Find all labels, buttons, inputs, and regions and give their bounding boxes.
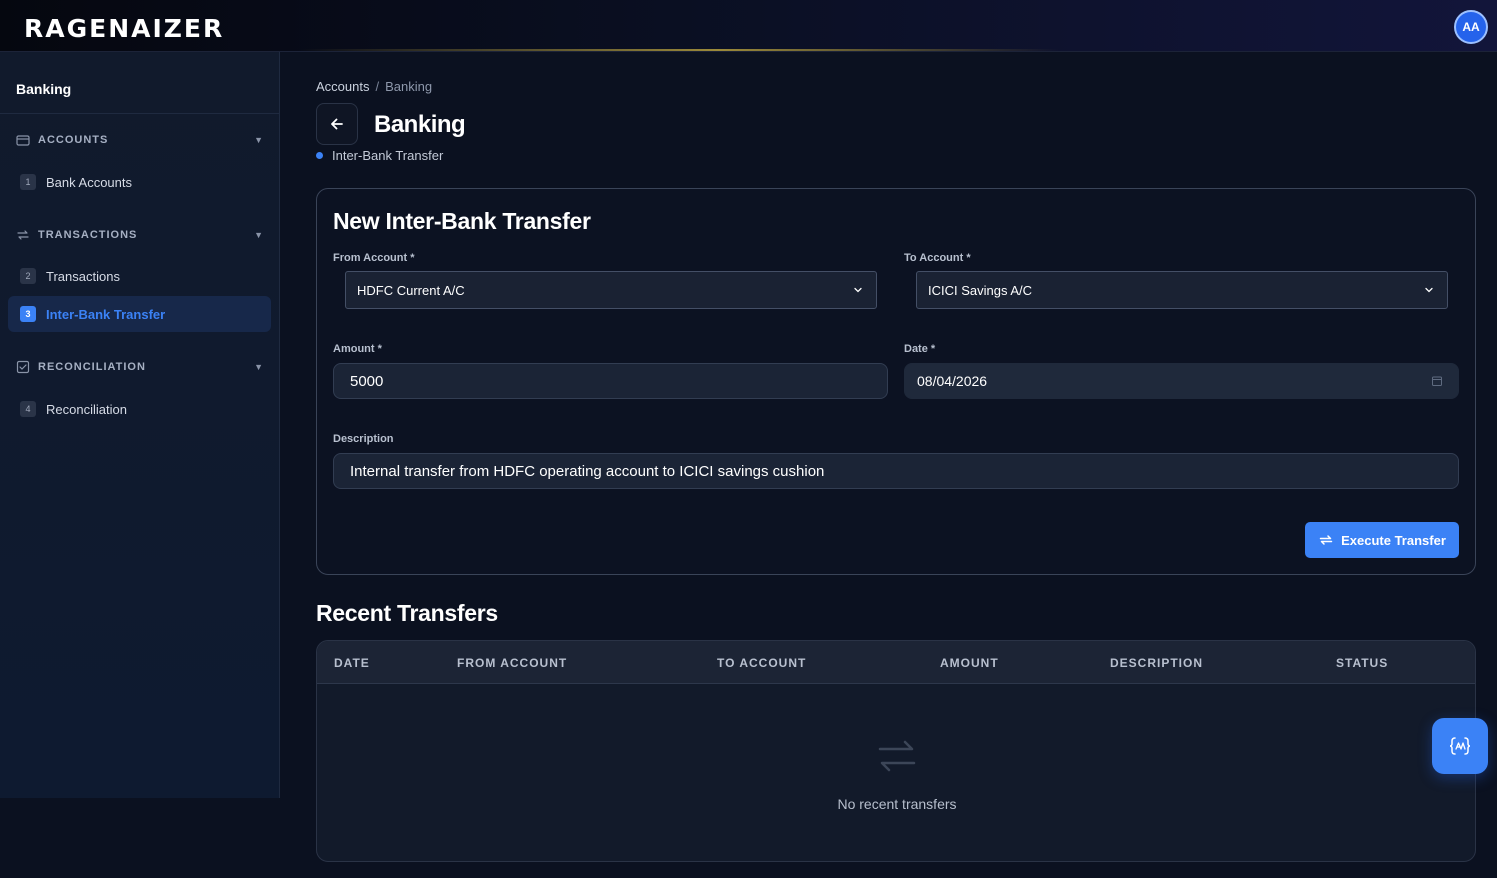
breadcrumb-current: Banking: [385, 79, 433, 94]
arrows-swap-icon: [16, 228, 30, 242]
section-label: ACCOUNTS: [38, 134, 109, 146]
caret-down-icon: ▼: [254, 135, 264, 145]
item-number: 2: [20, 268, 36, 284]
sidebar-item-label: Transactions: [46, 268, 120, 284]
description-label: Description: [333, 433, 394, 445]
sidebar-item-inter-bank-transfer[interactable]: 3 Inter-Bank Transfer: [8, 296, 271, 332]
item-number: 1: [20, 174, 36, 190]
sidebar-item-reconciliation[interactable]: 4 Reconciliation: [8, 391, 271, 427]
arrows-swap-icon: [1319, 535, 1333, 545]
from-account-value: HDFC Current A/C: [357, 282, 465, 298]
subtitle-text: Inter-Bank Transfer: [332, 148, 444, 163]
to-account-select[interactable]: ICICI Savings A/C: [916, 271, 1448, 309]
checkbox-icon: [16, 360, 30, 374]
date-input[interactable]: 08/04/2026: [904, 363, 1459, 399]
top-bar: RAGENAIZER AA: [0, 0, 1497, 52]
execute-transfer-label: Execute Transfer: [1341, 532, 1446, 548]
description-input[interactable]: Internal transfer from HDFC operating ac…: [333, 453, 1459, 489]
sidebar: Banking ACCOUNTS ▼ 1 Bank Accounts TRANS…: [0, 52, 280, 798]
top-bar-glow: [300, 49, 1060, 51]
arrows-swap-icon: [878, 740, 916, 772]
execute-transfer-button[interactable]: Execute Transfer: [1305, 522, 1459, 558]
arrow-left-icon: [331, 118, 343, 130]
chevron-down-icon: [854, 287, 862, 293]
amount-label: Amount *: [333, 343, 382, 355]
app-logo[interactable]: RAGENAIZER: [24, 14, 224, 43]
section-transactions[interactable]: TRANSACTIONS ▼: [16, 226, 264, 244]
section-reconciliation[interactable]: RECONCILIATION ▼: [16, 358, 264, 376]
from-account-select[interactable]: HDFC Current A/C: [345, 271, 877, 309]
column-header-amount[interactable]: AMOUNT: [940, 656, 999, 670]
user-avatar[interactable]: AA: [1454, 10, 1488, 44]
sidebar-item-label: Bank Accounts: [46, 174, 132, 190]
caret-down-icon: ▼: [254, 230, 264, 240]
item-number: 4: [20, 401, 36, 417]
sidebar-item-transactions[interactable]: 2 Transactions: [8, 258, 271, 294]
calendar-icon[interactable]: [1431, 375, 1443, 387]
breadcrumb: Accounts / Banking: [316, 79, 432, 94]
column-header-date[interactable]: DATE: [334, 656, 370, 670]
breadcrumb-separator: /: [375, 79, 380, 94]
sidebar-divider: [0, 113, 279, 114]
recent-transfers-table: DATE FROM ACCOUNT TO ACCOUNT AMOUNT DESC…: [316, 640, 1476, 862]
caret-down-icon: ▼: [254, 362, 264, 372]
to-account-label: To Account *: [904, 252, 971, 264]
table-header: DATE FROM ACCOUNT TO ACCOUNT AMOUNT DESC…: [317, 641, 1475, 684]
column-header-from-account[interactable]: FROM ACCOUNT: [457, 656, 567, 670]
item-number: 3: [20, 306, 36, 322]
amount-input[interactable]: 5000: [333, 363, 888, 399]
status-dot: [316, 152, 323, 159]
column-header-to-account[interactable]: TO ACCOUNT: [717, 656, 806, 670]
transfer-form-card: New Inter-Bank Transfer From Account * H…: [316, 188, 1476, 575]
assistant-icon: [1449, 737, 1471, 755]
date-label: Date *: [904, 343, 936, 355]
chevron-down-icon: [1425, 287, 1433, 293]
section-label: TRANSACTIONS: [38, 229, 138, 241]
sidebar-item-bank-accounts[interactable]: 1 Bank Accounts: [8, 164, 271, 200]
to-account-value: ICICI Savings A/C: [928, 282, 1033, 298]
sidebar-item-label: Reconciliation: [46, 401, 127, 417]
section-accounts[interactable]: ACCOUNTS ▼: [16, 131, 264, 149]
date-value: 08/04/2026: [917, 373, 988, 389]
column-header-status[interactable]: STATUS: [1336, 656, 1388, 670]
form-title: New Inter-Bank Transfer: [333, 208, 591, 234]
empty-state-text: No recent transfers: [837, 796, 957, 812]
description-value: Internal transfer from HDFC operating ac…: [350, 462, 825, 480]
recent-transfers-title: Recent Transfers: [316, 600, 498, 626]
back-button[interactable]: [316, 103, 358, 145]
sidebar-title: Banking: [16, 81, 72, 97]
sidebar-item-label: Inter-Bank Transfer: [46, 306, 166, 322]
page-subtitle: Inter-Bank Transfer: [316, 148, 443, 163]
page-title: Banking: [374, 111, 466, 138]
credit-card-icon: [16, 133, 30, 147]
section-label: RECONCILIATION: [38, 361, 146, 373]
amount-value: 5000: [350, 372, 384, 390]
from-account-label: From Account *: [333, 252, 415, 264]
breadcrumb-parent[interactable]: Accounts: [316, 79, 369, 94]
column-header-description[interactable]: DESCRIPTION: [1110, 656, 1203, 670]
assistant-fab-button[interactable]: [1432, 718, 1488, 774]
